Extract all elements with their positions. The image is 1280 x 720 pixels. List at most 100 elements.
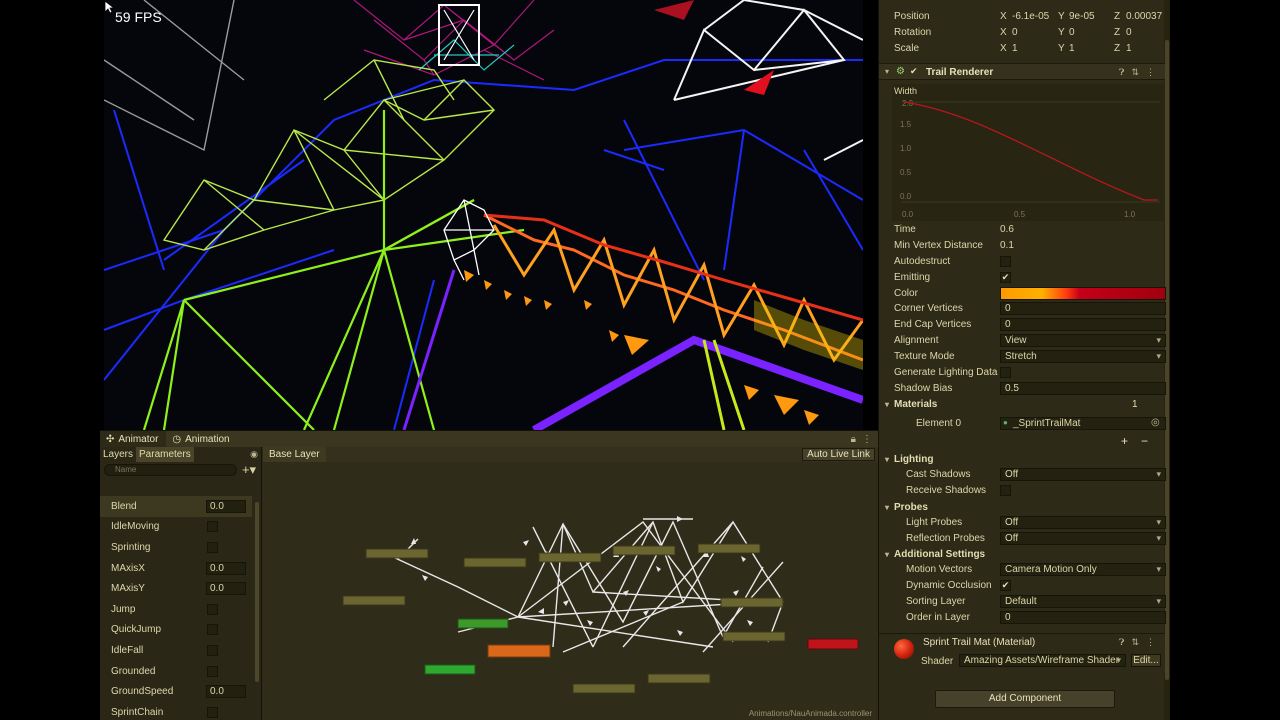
dynamic-occlusion-checkbox[interactable]: ✔	[1000, 580, 1011, 592]
position-y-field[interactable]: 9e-05	[1069, 11, 1095, 22]
transform-position-row: Position X -6.1e-05 Y 9e-05 Z 0.00037	[879, 9, 1165, 25]
generate-lighting-data-checkbox[interactable]	[1000, 367, 1011, 379]
eye-icon[interactable]: ◉	[250, 449, 258, 460]
object-picker-icon[interactable]: ◎	[1151, 417, 1160, 428]
parameter-search-input[interactable]: Name	[104, 464, 237, 476]
scale-x-field[interactable]: 1	[1012, 43, 1018, 54]
scale-z-field[interactable]: 1	[1126, 43, 1132, 54]
trail-renderer-title: Trail Renderer	[926, 67, 994, 78]
additional-settings-foldout[interactable]: ▾ Additional Settings	[879, 546, 1165, 562]
lock-icon[interactable]: 🔒︎	[851, 434, 856, 445]
material-element-field[interactable]: _SprintTrailMat	[1000, 417, 1166, 431]
parameter-bool-checkbox[interactable]	[207, 521, 218, 533]
rotation-y-field[interactable]: 0	[1069, 27, 1075, 38]
remove-material-button[interactable]: −	[1141, 434, 1148, 448]
materials-count[interactable]: 1	[1132, 399, 1138, 410]
parameter-row[interactable]: MAxisX 0.0	[100, 558, 252, 579]
lighting-label: Lighting	[894, 453, 934, 465]
materials-foldout[interactable]: ▾ Materials 1	[879, 396, 1165, 412]
tab-parameters[interactable]: Parameters	[136, 447, 194, 462]
color-gradient-field[interactable]	[1000, 287, 1166, 301]
parameter-float-field[interactable]: 0.0	[206, 582, 246, 596]
position-z-field[interactable]: 0.00037	[1126, 11, 1162, 22]
emitting-checkbox[interactable]: ✔	[1000, 272, 1011, 284]
parameter-row[interactable]: GroundSpeed 0.0	[100, 681, 252, 702]
width-curve-editor[interactable]: Width 2.0 1.5 1.0 0.5 0.0 0.0 0.5 1.0	[892, 84, 1165, 221]
parameter-float-field[interactable]: 0.0	[206, 499, 246, 513]
parameter-row[interactable]: Blend 0.0	[100, 496, 252, 517]
parameter-row[interactable]: IdleMoving	[100, 517, 252, 538]
position-x-field[interactable]: -6.1e-05	[1012, 11, 1049, 22]
material-presets-icon[interactable]: ⇅	[1131, 637, 1139, 648]
state-machine-graph[interactable]: Base Layer Auto Live Link Animations/Nau…	[263, 447, 878, 720]
parameter-float-field[interactable]: 0.0	[206, 685, 246, 699]
parameter-bool-checkbox[interactable]	[207, 541, 218, 553]
rotation-x-field[interactable]: 0	[1012, 27, 1018, 38]
reflection-probes-dropdown[interactable]: Off	[1000, 532, 1166, 546]
parameter-bool-checkbox[interactable]	[207, 706, 218, 718]
tab-animation[interactable]: ◷ Animation	[166, 431, 237, 447]
more-options-icon[interactable]: ⋮	[862, 434, 872, 445]
order-in-layer-field[interactable]: 0	[1000, 611, 1166, 625]
parameter-bool-checkbox[interactable]	[207, 603, 218, 615]
min-vertex-distance-field[interactable]: 0.1	[1000, 240, 1014, 251]
component-enabled-checkbox[interactable]: ✔	[910, 66, 920, 76]
material-menu-icon[interactable]: ⋮	[1146, 637, 1155, 648]
rotation-z-field[interactable]: 0	[1126, 27, 1132, 38]
cast-shadows-dropdown[interactable]: Off	[1000, 468, 1166, 482]
component-menu-icon[interactable]: ⋮	[1146, 67, 1155, 78]
parameter-bool-checkbox[interactable]	[207, 624, 218, 636]
state-graph-canvas[interactable]	[263, 462, 878, 718]
game-viewport[interactable]: 59 FPS	[104, 0, 863, 430]
scale-y-field[interactable]: 1	[1069, 43, 1075, 54]
material-help-icon[interactable]: ❓︎	[1119, 637, 1124, 648]
receive-shadows-checkbox[interactable]	[1000, 485, 1011, 497]
tab-animator[interactable]: ✣ Animator	[100, 431, 167, 447]
parameter-row[interactable]: MAxisY 0.0	[100, 578, 252, 599]
autodestruct-row: Autodestruct	[879, 254, 1165, 270]
add-material-button[interactable]: +	[1121, 434, 1128, 448]
breadcrumb-base-layer[interactable]: Base Layer	[263, 447, 326, 462]
motion-vectors-dropdown[interactable]: Camera Motion Only	[1000, 563, 1166, 577]
parameter-name: IdleMoving	[111, 521, 160, 533]
autodestruct-checkbox[interactable]	[1000, 256, 1011, 268]
texture-mode-dropdown[interactable]: Stretch	[1000, 350, 1166, 364]
parameter-row[interactable]: SprintChain	[100, 702, 252, 720]
shadow-bias-field[interactable]: 0.5	[1000, 382, 1166, 396]
shader-dropdown[interactable]: Amazing Assets/Wireframe Shader	[959, 654, 1126, 667]
end-cap-vertices-field[interactable]: 0	[1000, 318, 1166, 332]
time-field[interactable]: 0.6	[1000, 224, 1014, 235]
parameter-row[interactable]: Grounded	[100, 661, 252, 682]
material-header[interactable]: Sprint Trail Mat (Material) ❓︎ ⇅ ⋮ Shade…	[879, 633, 1165, 673]
help-icon[interactable]: ❓︎	[1119, 67, 1124, 78]
parameter-row[interactable]: Sprinting	[100, 537, 252, 558]
auto-live-link-button[interactable]: Auto Live Link	[802, 448, 875, 461]
parameter-bool-checkbox[interactable]	[207, 644, 218, 656]
sorting-layer-dropdown[interactable]: Default	[1000, 595, 1166, 609]
parameter-bool-checkbox[interactable]	[207, 665, 218, 677]
shader-edit-button[interactable]: Edit...	[1131, 654, 1161, 667]
corner-vertices-field[interactable]: 0	[1000, 302, 1166, 316]
add-parameter-button[interactable]: +▾	[241, 462, 257, 478]
parameter-float-field[interactable]: 0.0	[206, 561, 246, 575]
animator-states[interactable]	[342, 543, 859, 694]
color-row: Color	[879, 286, 1166, 302]
parameter-scrollbar[interactable]	[254, 496, 260, 720]
parameter-row[interactable]: QuickJump	[100, 620, 252, 641]
cast-shadows-row: Cast Shadows Off	[879, 467, 1166, 483]
tab-layers[interactable]: Layers	[100, 447, 136, 462]
lighting-foldout[interactable]: ▾ Lighting	[879, 451, 1165, 467]
light-probes-dropdown[interactable]: Off	[1000, 516, 1166, 530]
trail-renderer-header[interactable]: ▾ ⚙ ✔ Trail Renderer ❓︎ ⇅ ⋮	[879, 63, 1165, 80]
emitting-row: Emitting ✔	[879, 270, 1165, 286]
collapse-triangle-icon[interactable]: ▾	[885, 67, 889, 76]
parameter-row[interactable]: IdleFall	[100, 640, 252, 661]
additional-settings-label: Additional Settings	[894, 548, 986, 560]
shadow-bias-row: Shadow Bias 0.5	[879, 381, 1166, 397]
animator-left-pane: Layers Parameters ◉ Name +▾ Blend 0.0 Idle…	[100, 447, 262, 720]
parameter-row[interactable]: Jump	[100, 599, 252, 620]
presets-icon[interactable]: ⇅	[1131, 67, 1139, 78]
add-component-button[interactable]: Add Component	[935, 690, 1115, 708]
alignment-dropdown[interactable]: View	[1000, 334, 1166, 348]
probes-foldout[interactable]: ▾ Probes	[879, 499, 1165, 515]
